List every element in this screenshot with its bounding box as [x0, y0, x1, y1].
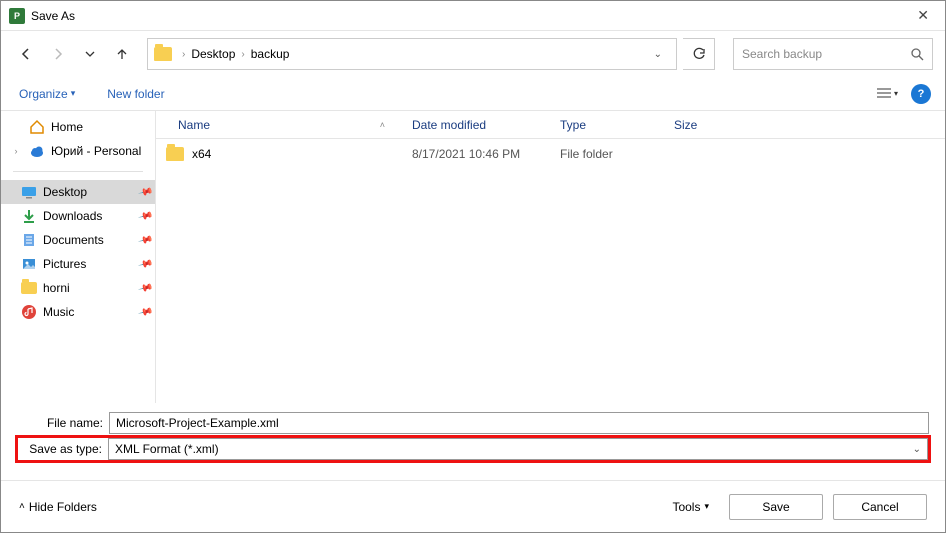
sidebar-item-label: Home: [51, 120, 83, 134]
sidebar-item-label: Юрий - Personal: [51, 144, 141, 158]
breadcrumb-segment[interactable]: Desktop: [187, 45, 239, 63]
save-as-type-select[interactable]: XML Format (*.xml) ⌄: [108, 438, 928, 460]
search-input[interactable]: Search backup: [733, 38, 933, 70]
recent-dropdown-icon[interactable]: [77, 41, 103, 67]
chevron-down-icon[interactable]: ⌄: [646, 49, 670, 60]
back-button[interactable]: [13, 41, 39, 67]
folder-icon: [21, 280, 37, 296]
address-bar[interactable]: › Desktop › backup ⌄: [147, 38, 677, 70]
new-folder-button[interactable]: New folder: [103, 85, 168, 103]
chevron-down-icon: ▾: [704, 501, 709, 512]
column-size[interactable]: Size: [664, 118, 945, 132]
sidebar-item-music[interactable]: Music 📌: [1, 300, 155, 324]
folder-icon: [166, 147, 184, 161]
column-date[interactable]: Date modified: [402, 118, 550, 132]
organize-menu[interactable]: Organize▾: [15, 85, 79, 103]
pin-icon: 📌: [137, 232, 153, 248]
pictures-icon: [21, 256, 37, 272]
file-date: 8/17/2021 10:46 PM: [402, 147, 550, 161]
chevron-up-icon: ˄: [19, 501, 25, 512]
cancel-button[interactable]: Cancel: [833, 494, 927, 520]
monitor-icon: [21, 184, 37, 200]
chevron-right-icon[interactable]: ›: [11, 146, 21, 156]
home-icon: [29, 119, 45, 135]
app-icon: P: [9, 8, 25, 24]
music-icon: [21, 304, 37, 320]
save-as-type-label: Save as type:: [18, 442, 108, 456]
sidebar-item-label: Desktop: [43, 185, 87, 199]
column-headers[interactable]: Name˄ Date modified Type Size: [156, 111, 945, 139]
sidebar-item-documents[interactable]: Documents 📌: [1, 228, 155, 252]
sidebar-item-label: horni: [43, 281, 70, 295]
up-button[interactable]: [109, 41, 135, 67]
chevron-right-icon: ›: [239, 49, 246, 60]
sidebar-item-pictures[interactable]: Pictures 📌: [1, 252, 155, 276]
pin-icon: 📌: [137, 256, 153, 272]
document-icon: [21, 232, 37, 248]
sidebar-item-label: Music: [43, 305, 74, 319]
download-icon: [21, 208, 37, 224]
pin-icon: 📌: [137, 184, 153, 200]
filename-label: File name:: [17, 416, 109, 430]
tools-menu[interactable]: Tools ▾: [672, 500, 709, 514]
chevron-down-icon: ▾: [71, 88, 76, 99]
sort-indicator-icon: ˄: [380, 120, 391, 130]
sidebar-item-downloads[interactable]: Downloads 📌: [1, 204, 155, 228]
chevron-right-icon: ›: [180, 49, 187, 60]
file-row[interactable]: x64 8/17/2021 10:46 PM File folder: [156, 139, 945, 169]
sidebar-item-label: Downloads: [43, 209, 102, 223]
sidebar: Home › Юрий - Personal Desktop 📌 Downloa…: [1, 111, 156, 403]
sidebar-item-home[interactable]: Home: [1, 115, 155, 139]
cloud-icon: [29, 143, 45, 159]
hide-folders-toggle[interactable]: ˄ Hide Folders: [19, 500, 97, 514]
sidebar-item-personal[interactable]: › Юрий - Personal: [1, 139, 155, 163]
pin-icon: 📌: [137, 280, 153, 296]
close-icon[interactable]: ✕: [909, 3, 937, 28]
column-type[interactable]: Type: [550, 118, 664, 132]
sidebar-item-desktop[interactable]: Desktop 📌: [1, 180, 155, 204]
window-title: Save As: [31, 9, 75, 23]
search-placeholder: Search backup: [742, 47, 822, 61]
help-button[interactable]: ?: [911, 84, 931, 104]
refresh-button[interactable]: [683, 38, 715, 70]
chevron-down-icon: ⌄: [913, 444, 921, 455]
search-icon: [910, 47, 924, 61]
save-button[interactable]: Save: [729, 494, 823, 520]
filename-input[interactable]: [109, 412, 929, 434]
file-name: x64: [192, 147, 211, 161]
sidebar-item-label: Documents: [43, 233, 104, 247]
save-as-type-value: XML Format (*.xml): [115, 442, 219, 456]
folder-icon: [154, 47, 172, 61]
forward-button[interactable]: [45, 41, 71, 67]
breadcrumb-segment[interactable]: backup: [247, 45, 294, 63]
file-type: File folder: [550, 147, 664, 161]
pin-icon: 📌: [137, 208, 153, 224]
column-name[interactable]: Name˄: [156, 118, 402, 132]
sidebar-item-horni[interactable]: horni 📌: [1, 276, 155, 300]
pin-icon: 📌: [137, 304, 153, 320]
view-mode-button[interactable]: ▾: [873, 82, 901, 106]
sidebar-item-label: Pictures: [43, 257, 86, 271]
